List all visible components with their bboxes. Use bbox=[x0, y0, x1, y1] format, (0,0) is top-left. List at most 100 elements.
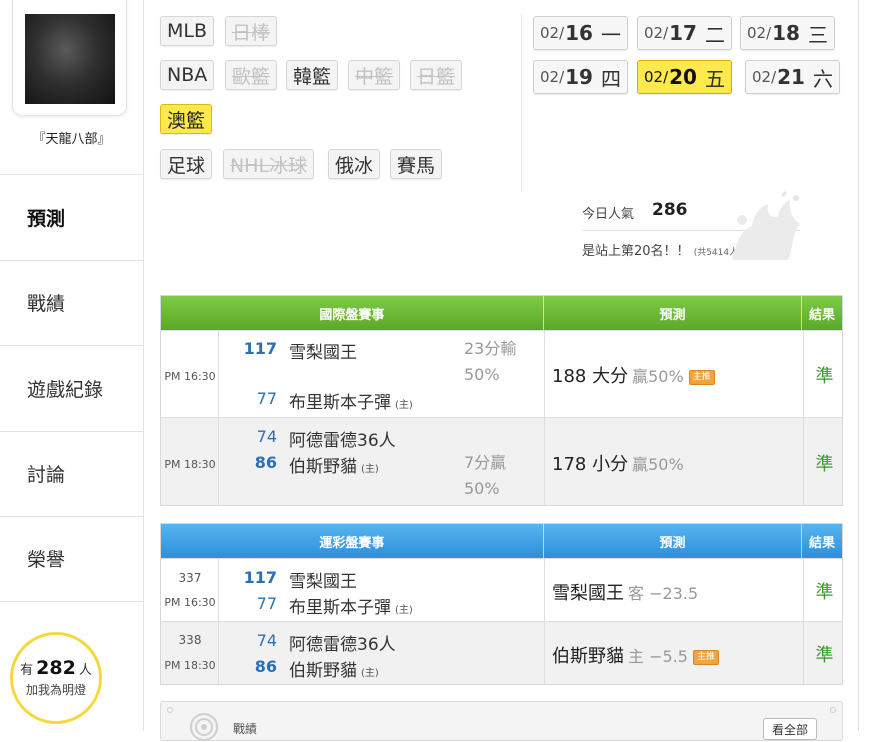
spiral-icon bbox=[190, 713, 218, 741]
see-all-button[interactable]: 看全部 bbox=[763, 718, 818, 740]
result-value: 準 bbox=[815, 366, 834, 387]
home-score: 86 bbox=[254, 453, 277, 472]
league-chip-japan-basketball: 日籃 bbox=[410, 60, 463, 90]
column-header-result: 結果 bbox=[801, 296, 842, 330]
sidebar-item-label: 討論 bbox=[27, 464, 66, 487]
result-cell: 準 bbox=[803, 331, 844, 417]
splash-decoration-icon bbox=[732, 190, 800, 260]
time-cell: 338 PM 18:30 bbox=[161, 622, 219, 684]
sidebar-item-honors[interactable]: 榮譽 bbox=[0, 516, 143, 602]
sidebar-item-label: 預測 bbox=[27, 207, 66, 230]
record-title: 戰績 bbox=[233, 722, 258, 736]
featured-tag: 主推 bbox=[688, 369, 715, 385]
game-time: PM 18:30 bbox=[164, 458, 216, 471]
date-button-0216[interactable]: 02/16 一 bbox=[533, 16, 628, 50]
column-header-game: 國際盤賽事 bbox=[319, 307, 385, 323]
league-chip-australia-basketball[interactable]: 澳籃 bbox=[160, 104, 213, 134]
away-score: 74 bbox=[256, 631, 277, 650]
fans-prefix: 有 bbox=[20, 663, 34, 678]
game-id: 337 bbox=[178, 571, 202, 585]
header-divider bbox=[521, 14, 522, 192]
prediction-value: 188 大分 贏50% 主推 bbox=[552, 362, 715, 388]
league-chip-russia-hockey[interactable]: 俄冰 bbox=[328, 149, 381, 179]
sidebar: 『天龍八部』 預測 戰績 遊戲紀錄 討論 榮譽 有 282 人 加我為明燈 bbox=[0, 0, 143, 731]
popularity-label: 今日人氣 bbox=[582, 207, 635, 222]
league-chip-korea-basketball[interactable]: 韓籃 bbox=[286, 60, 339, 90]
date-button-0219[interactable]: 02/19 四 bbox=[533, 60, 628, 94]
game-time: PM 18:30 bbox=[164, 659, 216, 672]
home-team: 伯斯野貓 (主) bbox=[289, 661, 379, 681]
league-chip-nba[interactable]: NBA bbox=[160, 60, 215, 90]
time-cell: PM 16:30 bbox=[161, 331, 219, 417]
home-team: 伯斯野貓 (主) bbox=[289, 457, 379, 477]
fans-unit: 人 bbox=[78, 663, 92, 678]
home-mark: (主) bbox=[361, 668, 379, 679]
away-score: 74 bbox=[256, 427, 277, 446]
result-value: 準 bbox=[815, 582, 834, 603]
international-table: 國際盤賽事 預測 結果 PM 16:30 117 雪梨國王 77 布里斯本子彈(… bbox=[160, 295, 843, 506]
popularity-value: 286 bbox=[652, 200, 688, 220]
league-chip-mlb[interactable]: MLB bbox=[160, 16, 215, 46]
avatar-card bbox=[12, 0, 127, 116]
away-team: 雪梨國王 bbox=[289, 343, 357, 363]
avatar[interactable] bbox=[25, 14, 115, 104]
sidebar-item-discussion[interactable]: 討論 bbox=[0, 430, 143, 516]
column-header-game: 運彩盤賽事 bbox=[319, 535, 385, 551]
prediction-outcome: 贏50% bbox=[632, 367, 684, 386]
fans-count-line: 有 282 人 bbox=[13, 657, 99, 679]
sports-lottery-table: 運彩盤賽事 預測 結果 337 PM 16:30 117 雪梨國王 77 布里斯… bbox=[160, 523, 843, 685]
game-time: PM 16:30 bbox=[164, 370, 216, 383]
away-team: 阿德雷德36人 bbox=[289, 431, 396, 451]
league-chip-soccer[interactable]: 足球 bbox=[160, 149, 213, 179]
sidebar-item-record[interactable]: 戰績 bbox=[0, 259, 143, 345]
sidebar-item-label: 戰績 bbox=[27, 293, 66, 316]
table-row: PM 18:30 74 阿德雷德36人 86 伯斯野貓 (主) 7分贏 50% 17… bbox=[161, 417, 842, 505]
home-team: 布里斯本子彈 (主) bbox=[289, 598, 413, 618]
prediction-cell: 188 大分 贏50% 主推 bbox=[544, 331, 803, 417]
time-cell: 337 PM 16:30 bbox=[161, 559, 219, 621]
home-score: 77 bbox=[256, 389, 277, 408]
prediction-value: 雪梨國王客 −23.5 bbox=[552, 583, 699, 604]
sidebar-item-prediction[interactable]: 預測 bbox=[0, 174, 143, 260]
away-score: 117 bbox=[243, 339, 277, 358]
record-section: 戰績 看全部 bbox=[160, 701, 843, 741]
league-chip-horse-racing[interactable]: 賽馬 bbox=[390, 149, 443, 179]
handicap-result: 7分贏 50% bbox=[464, 453, 507, 498]
result-cell: 準 bbox=[803, 418, 844, 505]
game-id: 338 bbox=[178, 633, 202, 647]
away-team: 雪梨國王 bbox=[289, 572, 357, 592]
result-cell: 準 bbox=[803, 559, 844, 621]
league-chip-china-basketball: 中籃 bbox=[348, 60, 401, 90]
home-mark: (主) bbox=[395, 605, 413, 616]
prediction-outcome: 主 −5.5 bbox=[628, 647, 688, 666]
date-button-0220[interactable]: 02/20 五 bbox=[637, 60, 732, 94]
away-score: 117 bbox=[243, 568, 277, 587]
column-header-result: 結果 bbox=[801, 524, 842, 558]
column-header-prediction: 預測 bbox=[542, 524, 801, 558]
result-cell: 準 bbox=[803, 622, 844, 684]
date-button-0218[interactable]: 02/18 三 bbox=[740, 16, 835, 50]
fans-badge[interactable]: 有 282 人 加我為明燈 bbox=[10, 632, 102, 724]
home-team: 布里斯本子彈 (主) bbox=[289, 393, 413, 413]
home-score: 86 bbox=[254, 657, 277, 676]
prediction-cell: 178 小分 贏50% bbox=[544, 418, 803, 505]
sidebar-item-label: 榮譽 bbox=[27, 549, 66, 572]
prediction-outcome: 贏50% bbox=[632, 455, 684, 474]
rank-text: 是站上第20名！！ (共5414人) bbox=[582, 244, 742, 259]
time-cell: PM 18:30 bbox=[161, 418, 219, 505]
corner-dot bbox=[167, 707, 173, 713]
prediction-value: 伯斯野貓主 −5.5 主推 bbox=[552, 642, 719, 668]
sidebar-item-game-history[interactable]: 遊戲紀錄 bbox=[0, 345, 143, 431]
table-row: 338 PM 18:30 74 阿德雷德36人 86 伯斯野貓 (主) 伯斯野貓主… bbox=[161, 621, 842, 684]
date-button-0217[interactable]: 02/17 二 bbox=[637, 16, 732, 50]
table-row: PM 16:30 117 雪梨國王 77 布里斯本子彈 (主) 23分輸 50% 1… bbox=[161, 330, 842, 417]
date-button-0221[interactable]: 02/21 六 bbox=[745, 60, 840, 94]
table-row: 337 PM 16:30 117 雪梨國王 77 布里斯本子彈 (主) 雪梨國王客… bbox=[161, 558, 842, 621]
sidebar-nav: 預測 戰績 遊戲紀錄 討論 榮譽 bbox=[0, 174, 143, 602]
prediction-cell: 伯斯野貓主 −5.5 主推 bbox=[544, 622, 803, 684]
home-score: 77 bbox=[256, 594, 277, 613]
away-team: 阿德雷德36人 bbox=[289, 635, 396, 655]
corner-dot bbox=[830, 707, 836, 713]
sports-lottery-table-header: 運彩盤賽事 預測 結果 bbox=[161, 524, 842, 558]
home-mark: (主) bbox=[395, 400, 413, 411]
